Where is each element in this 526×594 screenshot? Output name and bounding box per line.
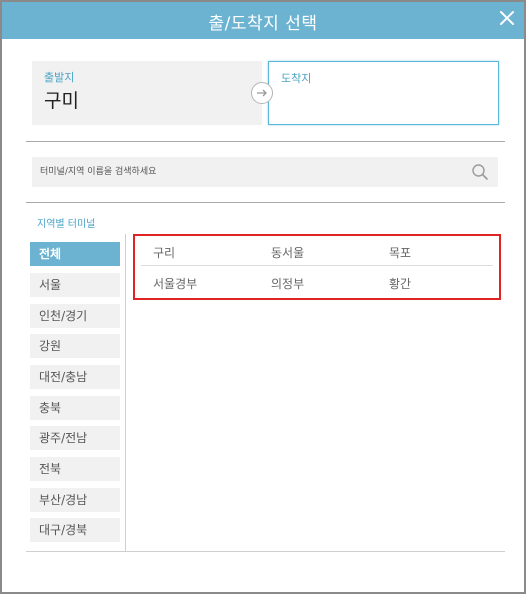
search-input[interactable]: [40, 164, 460, 180]
terminal-row: 구리 동서울 목포: [141, 236, 493, 266]
origin-field[interactable]: 출발지 구미: [32, 61, 262, 125]
divider: [26, 141, 505, 142]
search-icon[interactable]: [471, 163, 489, 181]
region-item-daejeon-chungnam[interactable]: 대전/충남: [30, 365, 120, 389]
region-item-incheon-gyeonggi[interactable]: 인천/경기: [30, 304, 120, 328]
region-item-gangwon[interactable]: 강원: [30, 334, 120, 358]
search-bar: [32, 157, 498, 187]
terminal-item[interactable]: 구리: [153, 244, 175, 261]
terminal-select-dialog: 출/도착지 선택 출발지 구미 도착지 지: [0, 0, 526, 594]
region-item-jeonbuk[interactable]: 전북: [30, 457, 120, 481]
region-section-title: 지역별 터미널: [37, 219, 96, 230]
close-icon[interactable]: [498, 9, 516, 27]
origin-value: 구미: [44, 90, 79, 112]
terminal-list: 구리 동서울 목포 서울경부 의정부 황간: [133, 234, 501, 300]
terminal-item[interactable]: 목포: [389, 244, 411, 261]
destination-field[interactable]: 도착지: [268, 61, 499, 125]
terminal-item[interactable]: 서울경부: [153, 275, 197, 292]
region-item-all[interactable]: 전체: [30, 242, 120, 266]
destination-label: 도착지: [281, 72, 312, 85]
region-list: 전체 서울 인천/경기 강원 대전/충남 충북 광주/전남 전북 부산/경남 대…: [26, 234, 126, 551]
terminal-row: 서울경부 의정부 황간: [141, 267, 493, 297]
arrow-right-icon: [251, 82, 273, 104]
dialog-title: 출/도착지 선택: [208, 14, 318, 34]
divider: [26, 202, 505, 203]
region-item-chungbuk[interactable]: 충북: [30, 396, 120, 420]
dialog-header: 출/도착지 선택: [2, 2, 524, 39]
region-item-gwangju-jeonnam[interactable]: 광주/전남: [30, 426, 120, 450]
region-item-daegu-gyeongbuk[interactable]: 대구/경북: [30, 518, 120, 542]
region-item-busan-gyeongnam[interactable]: 부산/경남: [30, 488, 120, 512]
divider: [26, 551, 505, 552]
region-item-seoul[interactable]: 서울: [30, 273, 120, 297]
terminal-item[interactable]: 황간: [389, 275, 411, 292]
terminal-item[interactable]: 의정부: [271, 275, 304, 292]
terminal-item[interactable]: 동서울: [271, 244, 304, 261]
route-selector: 출발지 구미 도착지: [32, 61, 500, 125]
origin-label: 출발지: [44, 71, 75, 84]
